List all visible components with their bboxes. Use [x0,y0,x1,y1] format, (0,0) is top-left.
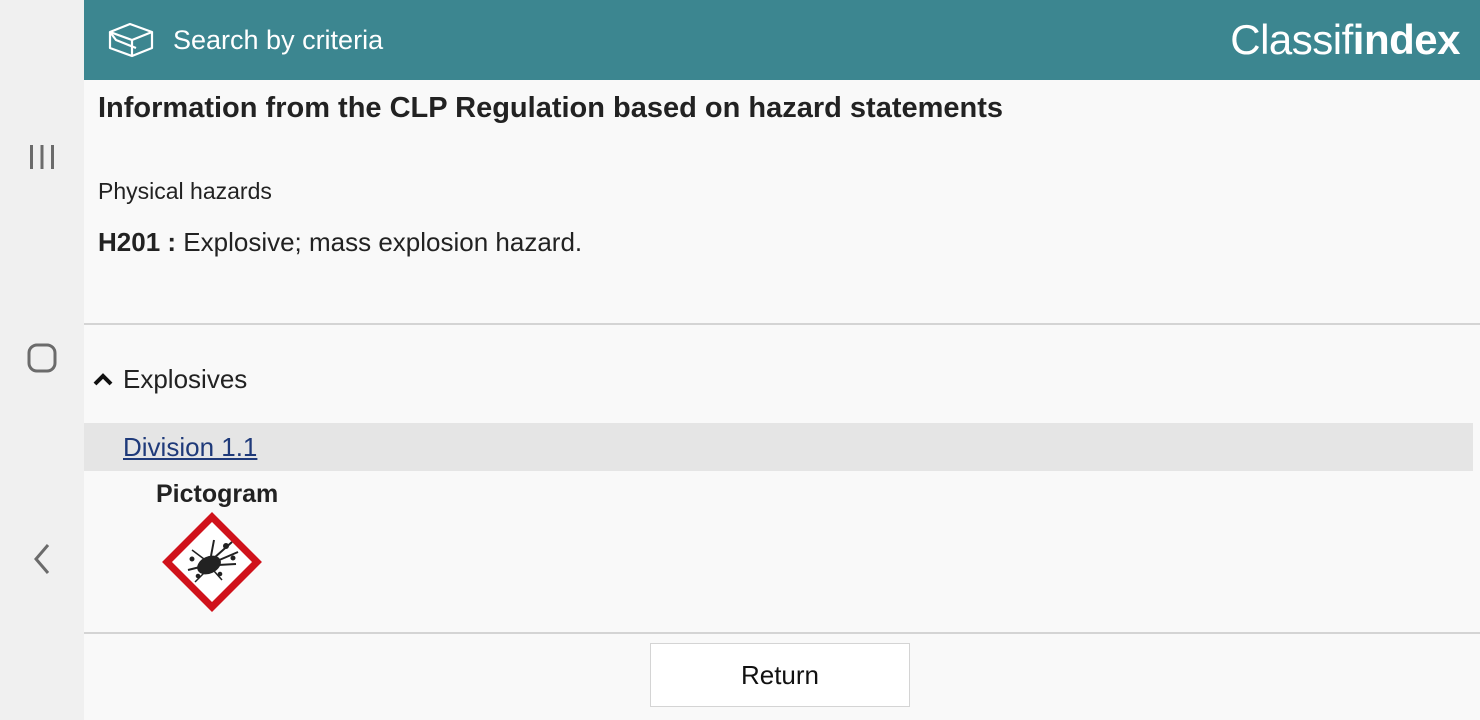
main-content: Information from the CLP Regulation base… [84,80,1480,720]
header-title: Search by criteria [173,25,384,55]
division-row: Division 1.1 [84,423,1473,471]
chevron-up-icon [93,373,113,386]
pictogram-label: Pictogram [156,480,279,508]
app-header: Search by criteria Classifindex [84,0,1480,80]
hazard-code: H201 : [98,227,177,257]
hazard-statement: H201 : Explosive; mass explosion hazard. [98,225,582,259]
explosives-category-toggle[interactable]: Explosives [92,362,247,396]
return-button[interactable]: Return [650,643,910,707]
hazard-text: Explosive; mass explosion hazard. [183,227,583,257]
home-icon [27,343,57,373]
open-box-icon [108,22,154,58]
exploding-bomb-icon [162,512,262,612]
hazard-section-label: Physical hazards [98,178,272,204]
classifindex-logo: Classifindex [1230,16,1460,63]
page-title: Information from the CLP Regulation base… [98,92,1004,124]
divider [84,632,1480,634]
back-button[interactable] [22,539,62,579]
recent-apps-button[interactable] [22,137,62,177]
division-link[interactable]: Division 1.1 [123,430,257,464]
back-icon [34,544,50,574]
divider [84,323,1480,325]
recent-apps-icon [30,145,54,169]
category-label: Explosives [123,364,248,394]
system-navigation-bar [0,0,84,720]
home-button[interactable] [22,338,62,378]
